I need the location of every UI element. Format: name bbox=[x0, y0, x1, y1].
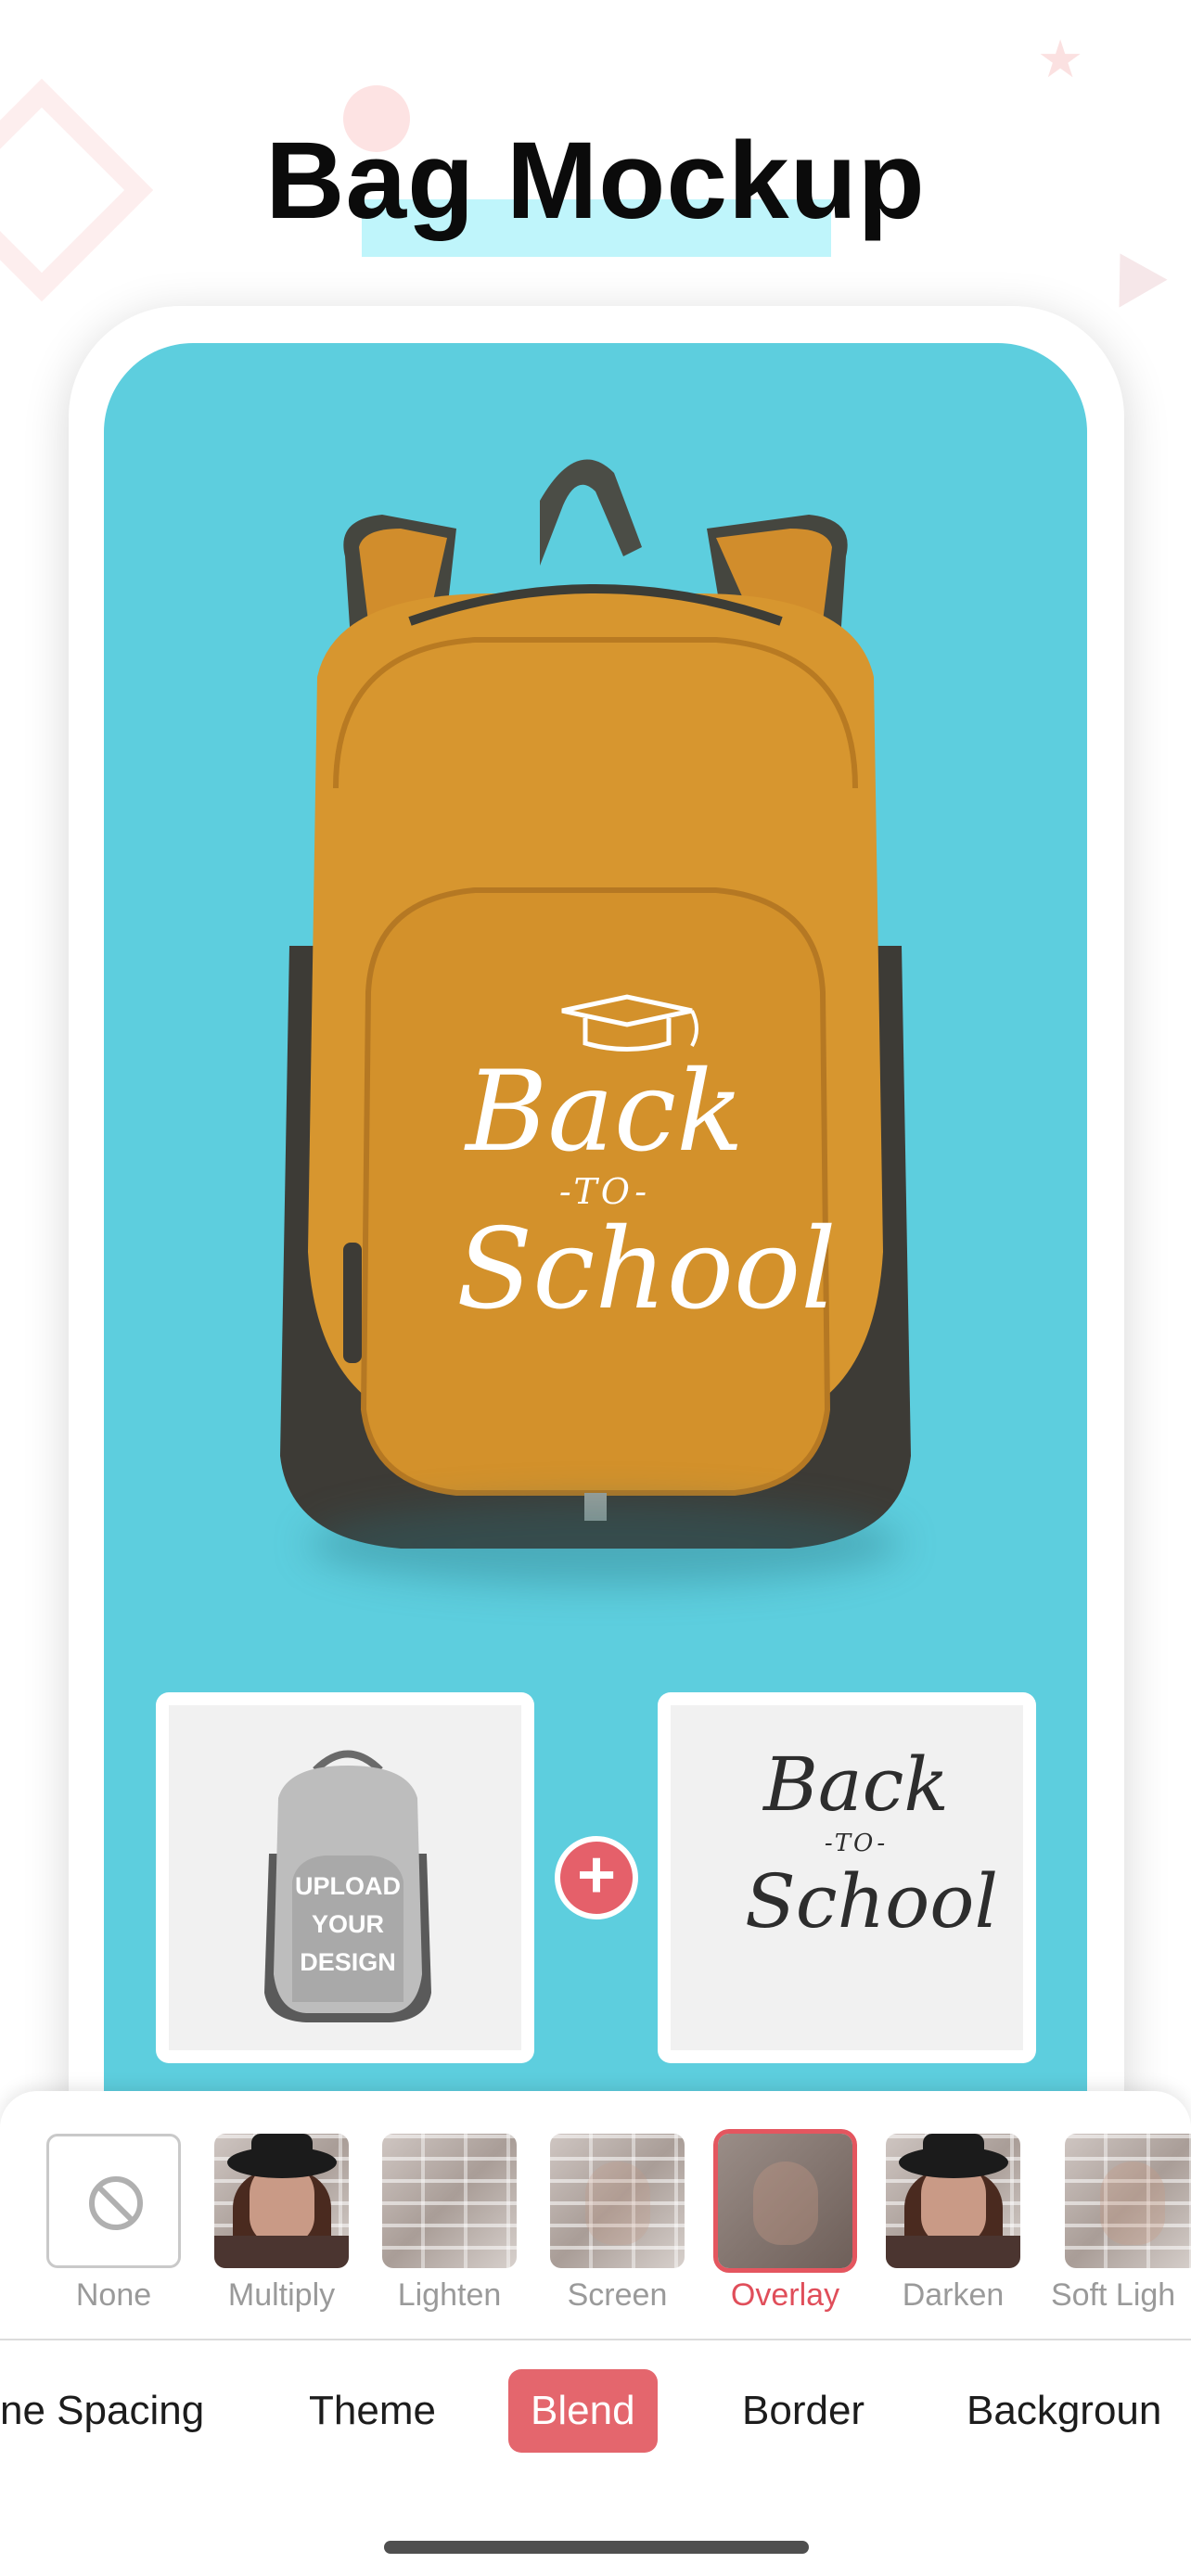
blend-option-soft-light[interactable]: Soft Ligh bbox=[1051, 2134, 1191, 2313]
editor-tab-bar[interactable]: ne Spacing Theme Blend Border Backgroun bbox=[0, 2369, 1191, 2462]
design-preview-to: -TO- bbox=[824, 1830, 889, 1857]
tab-background[interactable]: Backgroun bbox=[967, 2369, 1161, 2453]
title-area: Bag Mockup bbox=[0, 111, 1191, 269]
blend-label: Darken bbox=[902, 2277, 1005, 2313]
design-preview-school: School bbox=[745, 1858, 999, 1945]
bag-design-text: Back -TO- School bbox=[456, 1048, 837, 1334]
portrait-thumb-icon bbox=[214, 2134, 349, 2268]
design-preview-text: Back -TO- School bbox=[745, 1741, 999, 1945]
blend-option-none[interactable]: None bbox=[46, 2134, 181, 2313]
blend-mode-list[interactable]: None Multiply Lighten Screen Overlay Dar… bbox=[0, 2134, 1191, 2313]
page-title: Bag Mockup bbox=[265, 120, 926, 242]
blend-label: None bbox=[75, 2277, 152, 2313]
design-word-school: School bbox=[456, 1205, 837, 1334]
design-word: DESIGN bbox=[300, 1948, 396, 1976]
tab-theme[interactable]: Theme bbox=[309, 2369, 436, 2453]
blend-label: Soft Ligh bbox=[1051, 2277, 1176, 2313]
tab-blend[interactable]: Blend bbox=[508, 2369, 658, 2453]
blend-option-overlay[interactable]: Overlay bbox=[718, 2134, 852, 2313]
blend-option-multiply[interactable]: Multiply bbox=[214, 2134, 349, 2313]
portrait-thumb-icon bbox=[886, 2134, 1020, 2268]
none-icon bbox=[89, 2176, 143, 2230]
blend-bottom-sheet: None Multiply Lighten Screen Overlay Dar… bbox=[0, 2091, 1191, 2576]
design-preview-back: Back bbox=[763, 1741, 949, 1828]
template-card[interactable]: UPLOAD YOUR DESIGN bbox=[156, 1692, 534, 2063]
divider bbox=[0, 2339, 1191, 2340]
blend-option-screen[interactable]: Screen bbox=[550, 2134, 685, 2313]
design-word-back: Back bbox=[466, 1048, 744, 1177]
upload-your-design-text: UPLOAD YOUR DESIGN bbox=[288, 1868, 408, 1982]
brick-thumb-icon bbox=[382, 2134, 517, 2268]
brick-thumb-icon bbox=[1065, 2134, 1191, 2268]
brick-thumb-icon bbox=[718, 2134, 852, 2268]
blend-label: Screen bbox=[567, 2277, 668, 2313]
tab-border[interactable]: Border bbox=[742, 2369, 864, 2453]
your-word: YOUR bbox=[311, 1910, 384, 1938]
home-indicator[interactable] bbox=[384, 2541, 809, 2554]
decorative-star-icon: ★ bbox=[1037, 30, 1084, 88]
upload-word: UPLOAD bbox=[295, 1872, 401, 1900]
blend-label: Overlay bbox=[730, 2277, 840, 2313]
bag-shadow bbox=[308, 1502, 902, 1586]
blend-option-darken[interactable]: Darken bbox=[886, 2134, 1020, 2313]
add-plus-icon[interactable]: + bbox=[555, 1836, 638, 1919]
brick-thumb-icon bbox=[550, 2134, 685, 2268]
tab-line-spacing[interactable]: ne Spacing bbox=[0, 2369, 204, 2453]
blend-label: Lighten bbox=[397, 2277, 502, 2313]
blend-label: Multiply bbox=[227, 2277, 336, 2313]
blend-option-lighten[interactable]: Lighten bbox=[382, 2134, 517, 2313]
none-thumb bbox=[46, 2134, 181, 2268]
design-card[interactable]: Back -TO- School bbox=[658, 1692, 1036, 2063]
